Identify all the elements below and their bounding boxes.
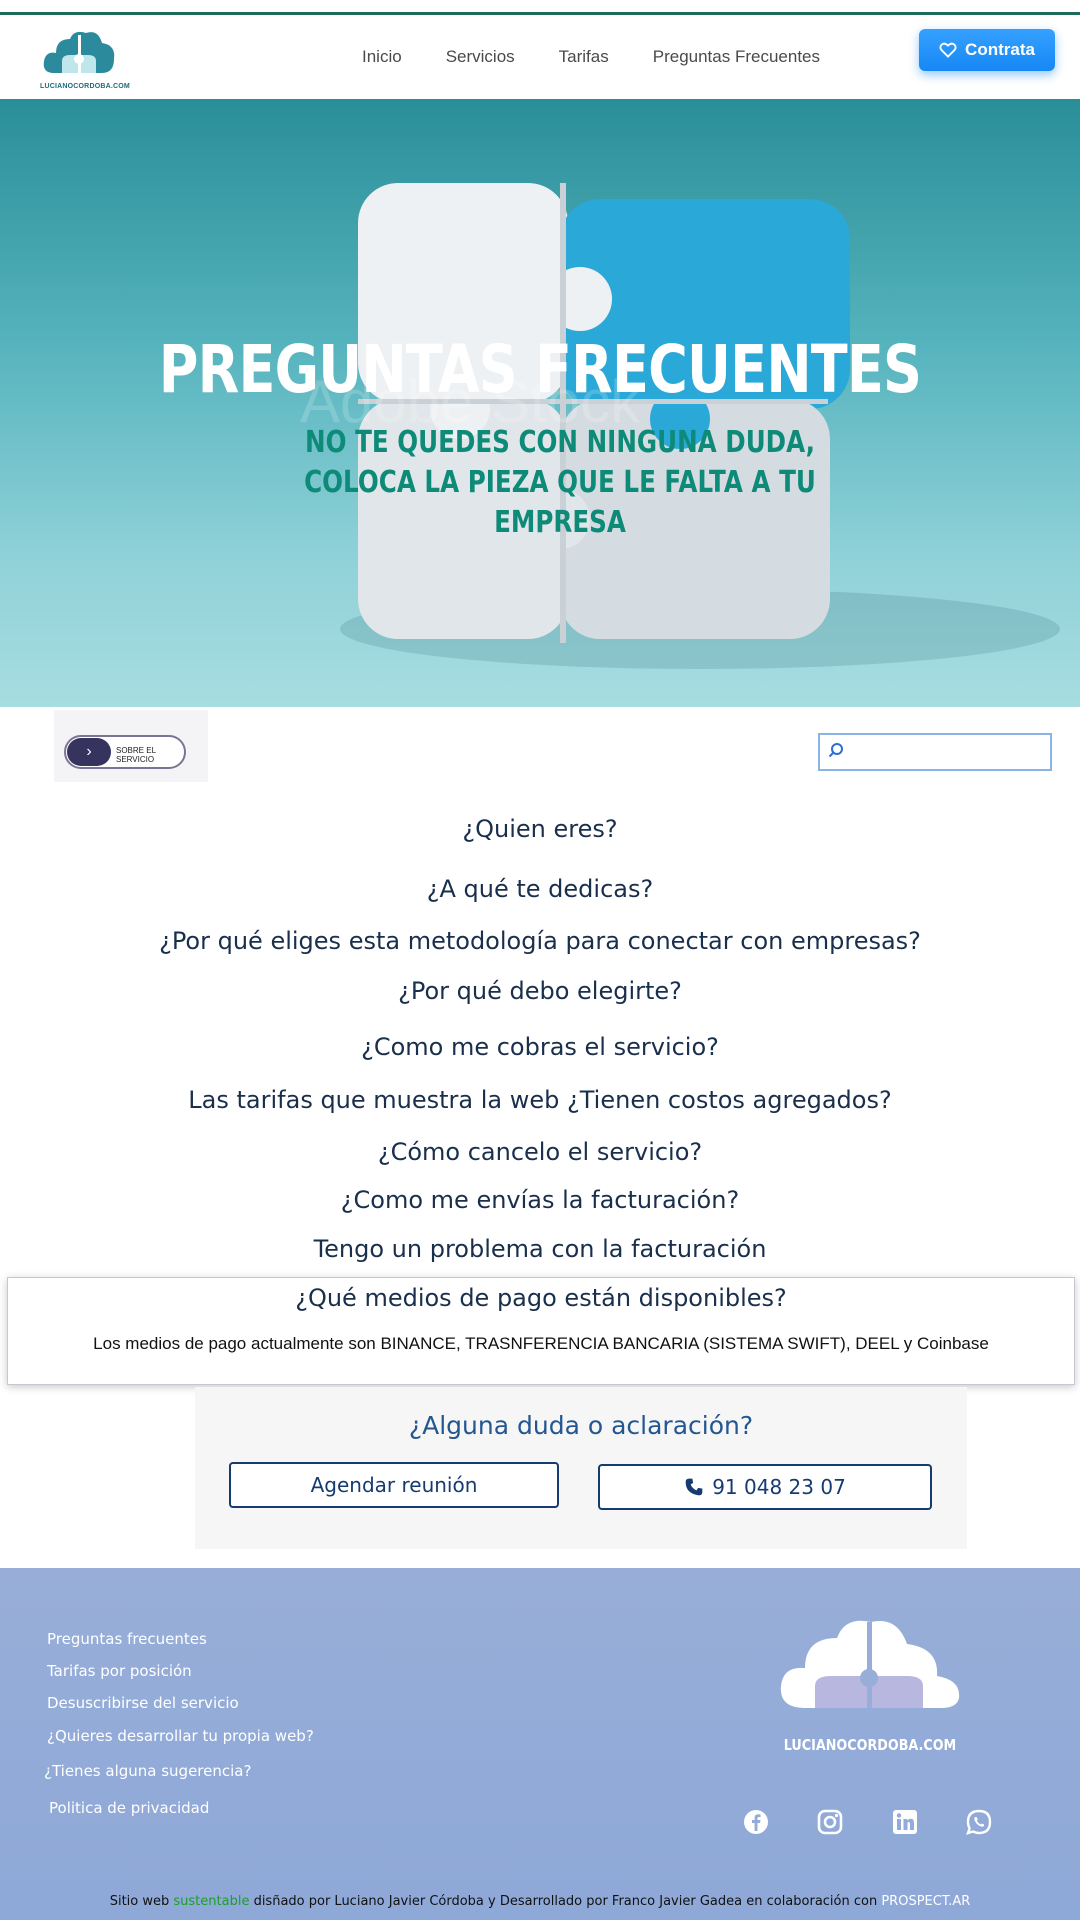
page-title: PREGUNTAS FRECUENTES [158, 331, 922, 408]
footer-link-faq[interactable]: Preguntas frecuentes [47, 1630, 207, 1648]
faq-question-4[interactable]: ¿Por qué debo elegirte? [0, 977, 1080, 1005]
service-toggle-wrapper: › SOBRE EL SERVICIO [54, 710, 208, 782]
nav-servicios[interactable]: Servicios [424, 47, 537, 67]
faq-question-2[interactable]: ¿A qué te dedicas? [0, 875, 1080, 903]
footer-link-suggestion[interactable]: ¿Tienes alguna sugerencia? [44, 1762, 251, 1780]
contact-title: ¿Alguna duda o aclaración? [408, 1411, 754, 1440]
credit-middle: disñado por Luciano Javier Córdoba y Des… [249, 1894, 882, 1909]
hero-banner: Adobe Stock PREGUNTAS FRECUENTES NO TE Q… [0, 99, 1080, 707]
footer-logo-text: LUCIANOCORDOBA.COM [783, 1736, 957, 1754]
faq-question-8[interactable]: ¿Como me envías la facturación? [0, 1186, 1080, 1214]
faq-open-question[interactable]: ¿Qué medios de pago están disponibles? [8, 1284, 1074, 1312]
credit-sustainable[interactable]: sustentable [173, 1894, 249, 1909]
nav-tarifas[interactable]: Tarifas [537, 47, 631, 67]
phone-icon [685, 1478, 703, 1496]
whatsapp-icon[interactable] [965, 1808, 993, 1836]
instagram-icon[interactable] [816, 1808, 844, 1836]
nav-inicio[interactable]: Inicio [340, 47, 424, 67]
main-nav: Inicio Servicios Tarifas Preguntas Frecu… [340, 15, 842, 99]
site-header: LUCIANOCORDOBA.COM Inicio Servicios Tari… [0, 15, 1080, 99]
faq-question-3[interactable]: ¿Por qué eliges esta metodología para co… [0, 927, 1080, 955]
site-footer: Preguntas frecuentes Tarifas por posició… [0, 1568, 1080, 1920]
site-logo[interactable]: LUCIANOCORDOBA.COM [40, 25, 130, 95]
facebook-icon[interactable] [742, 1808, 770, 1836]
toggle-label: SOBRE EL SERVICIO [116, 746, 156, 764]
contact-box: ¿Alguna duda o aclaración? Agendar reuni… [195, 1387, 967, 1549]
search-icon [828, 743, 843, 758]
faq-question-5[interactable]: ¿Como me cobras el servicio? [0, 1033, 1080, 1061]
credit-prospect-link[interactable]: PROSPECT.AR [881, 1894, 970, 1909]
schedule-meeting-label: Agendar reunión [310, 1473, 478, 1497]
cloud-puzzle-icon [43, 31, 115, 73]
phone-label: 91 048 23 07 [712, 1475, 846, 1499]
faq-question-7[interactable]: ¿Cómo cancelo el servicio? [0, 1138, 1080, 1166]
nav-preguntas-frecuentes[interactable]: Preguntas Frecuentes [631, 47, 842, 67]
footer-logo [780, 1620, 960, 1708]
faq-open-item[interactable]: ¿Qué medios de pago están disponibles? L… [7, 1277, 1075, 1385]
footer-link-unsubscribe[interactable]: Desuscribirse del servicio [47, 1694, 239, 1712]
credit-start: Sitio web [109, 1894, 174, 1909]
footer-link-tarifas[interactable]: Tarifas por posición [47, 1662, 192, 1680]
contrata-label: Contrata [965, 40, 1035, 59]
phone-button[interactable]: 91 048 23 07 [598, 1464, 932, 1510]
faq-question-9[interactable]: Tengo un problema con la facturación [0, 1235, 1080, 1263]
search-input[interactable] [818, 733, 1052, 771]
footer-link-privacy[interactable]: Politica de privacidad [49, 1799, 209, 1817]
faq-question-6[interactable]: Las tarifas que muestra la web ¿Tienen c… [0, 1086, 1080, 1114]
heart-icon [939, 42, 957, 58]
contrata-button[interactable]: Contrata [919, 29, 1055, 71]
logo-text: LUCIANOCORDOBA.COM [40, 83, 130, 90]
faq-open-answer: Los medios de pago actualmente son BINAN… [93, 1334, 989, 1353]
chevron-right-icon: › [67, 738, 111, 766]
schedule-meeting-button[interactable]: Agendar reunión [229, 1462, 559, 1508]
faq-question-1[interactable]: ¿Quien eres? [0, 815, 1080, 843]
service-toggle[interactable]: › SOBRE EL SERVICIO [64, 735, 186, 769]
footer-credit: Sitio web sustentable disñado por Lucian… [0, 1894, 1080, 1909]
footer-link-web[interactable]: ¿Quieres desarrollar tu propia web? [47, 1727, 314, 1745]
page-subtitle: NO TE QUEDES CON NINGUNA DUDA, COLOCA LA… [304, 425, 816, 540]
linkedin-icon[interactable] [891, 1808, 919, 1836]
